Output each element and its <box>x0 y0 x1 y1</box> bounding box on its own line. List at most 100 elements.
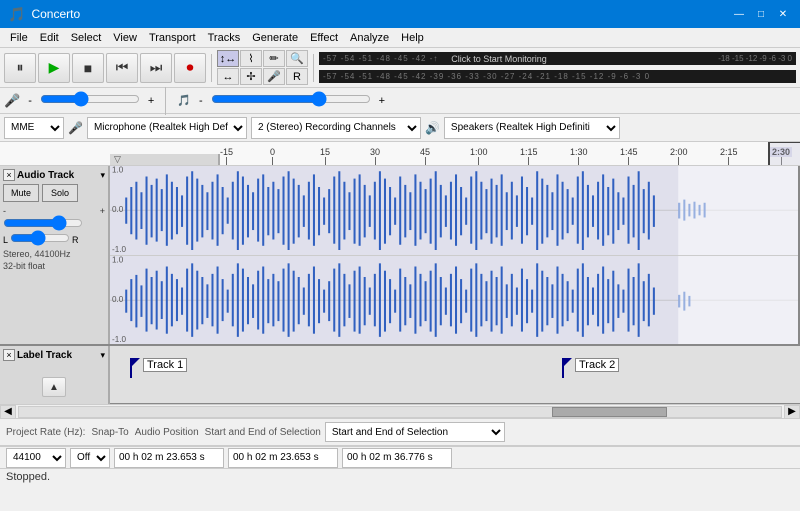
vol-minus-label: - <box>28 95 32 107</box>
audio-waveform-area[interactable]: 1.0 0.0 -1.0 <box>110 166 800 344</box>
vu-click-label[interactable]: Click to Start Monitoring <box>451 54 547 64</box>
pause-button[interactable]: ⏸ <box>4 53 36 83</box>
close-button[interactable]: ✕ <box>774 5 792 23</box>
sliders-row: 🎤 - + 🎵 - + <box>0 88 800 114</box>
tick--15: -15 <box>220 147 233 165</box>
snap-to-select[interactable]: Off On <box>70 448 110 468</box>
tool-multitool[interactable]: ✢ <box>240 68 262 85</box>
menu-select[interactable]: Select <box>65 30 108 46</box>
label-track-name: Label Track <box>17 350 98 361</box>
menu-tracks[interactable]: Tracks <box>202 30 247 46</box>
channels-select[interactable]: 2 (Stereo) Recording Channels <box>251 117 421 139</box>
audio-track-arrow[interactable]: ▾ <box>100 170 105 181</box>
minimize-button[interactable]: — <box>730 5 748 23</box>
label-item-track1[interactable]: Track 1 <box>130 358 187 378</box>
waveform-top: 1.0 0.0 -1.0 <box>110 166 800 255</box>
tool-select[interactable]: ↕↔ <box>217 50 239 67</box>
sel-end-value: 00 h 02 m 36.776 s <box>342 448 452 468</box>
svg-text:1.0: 1.0 <box>112 166 124 174</box>
tool-mic[interactable]: 🎤 <box>263 68 285 85</box>
label-track-content[interactable]: Track 1 Track 2 <box>110 346 800 403</box>
skip-start-button[interactable]: ⏮ <box>106 53 138 83</box>
mute-button[interactable]: Mute <box>3 184 39 202</box>
speed-minus-label: - <box>199 95 203 107</box>
tool-timeshift[interactable]: ↔ <box>217 68 239 85</box>
tick-1-30: 1:30 <box>570 147 588 165</box>
menu-help[interactable]: Help <box>395 30 430 46</box>
audio-track-close[interactable]: × <box>3 169 15 181</box>
tool-r[interactable]: R <box>286 68 308 85</box>
sel-type-select[interactable]: Start and End of Selection Length and En… <box>325 422 505 442</box>
solo-button[interactable]: Solo <box>42 184 78 202</box>
label-track-close[interactable]: × <box>3 349 15 361</box>
app-icon: 🎵 <box>8 6 25 23</box>
menu-generate[interactable]: Generate <box>246 30 304 46</box>
statusbar-bottom: 44100 22050 48000 Off On 00 h 02 m 23.65… <box>0 446 800 468</box>
tick-15: 15 <box>320 147 330 165</box>
scroll-left-button[interactable]: ◀ <box>0 405 16 419</box>
tool-zoom[interactable]: 🔍 <box>286 50 308 67</box>
scroll-track <box>18 406 782 418</box>
menu-analyze[interactable]: Analyze <box>344 30 395 46</box>
menu-edit[interactable]: Edit <box>34 30 65 46</box>
tools-palette: ↕↔ ⌇ ✏ 🔍 ↔ ✢ 🎤 R <box>217 50 308 85</box>
tick-30: 30 <box>370 147 380 165</box>
pan-l-label: L <box>3 235 8 245</box>
audio-track-name: Audio Track <box>17 170 98 181</box>
vol-plus: + <box>100 206 105 216</box>
playback-speed-slider[interactable] <box>211 93 371 105</box>
menu-effect[interactable]: Effect <box>304 30 344 46</box>
sel-start-value: 00 h 02 m 23.653 s <box>228 448 338 468</box>
svg-text:0.0: 0.0 <box>112 295 124 304</box>
audio-position-value: 00 h 02 m 23.653 s <box>114 448 224 468</box>
label-track-arrow[interactable]: ▾ <box>100 350 105 361</box>
audio-track-control: × Audio Track ▾ Mute Solo - + L R Stereo… <box>0 166 110 344</box>
stop-button[interactable]: ■ <box>72 53 104 83</box>
skip-end-button[interactable]: ⏭ <box>140 53 172 83</box>
label-text-track2: Track 2 <box>575 358 619 372</box>
audio-pos-group: Audio Position <box>135 427 199 438</box>
speaker-select[interactable]: Speakers (Realtek High Definiti <box>444 117 620 139</box>
speed-icon: 🎵 <box>177 94 191 107</box>
tick-45: 45 <box>420 147 430 165</box>
tick-1-45: 1:45 <box>620 147 638 165</box>
tool-envelope[interactable]: ⌇ <box>240 50 262 67</box>
record-button[interactable]: ⏺ <box>174 53 206 83</box>
label-track: × Label Track ▾ ▲ Track 1 <box>0 346 800 404</box>
track-volume-slider[interactable] <box>3 217 83 229</box>
menu-view[interactable]: View <box>107 30 143 46</box>
mic-select[interactable]: Microphone (Realtek High Defini <box>87 117 247 139</box>
svg-text:1.0: 1.0 <box>112 256 124 264</box>
host-select[interactable]: MME <box>4 117 64 139</box>
scroll-right-button[interactable]: ▶ <box>784 405 800 419</box>
vol-plus-label: + <box>148 95 154 107</box>
timeline-ruler: ▽ -15 0 15 30 45 1:00 1:15 1:30 1:45 2:0… <box>0 142 800 166</box>
tick-2-15: 2:15 <box>720 147 738 165</box>
audio-track: × Audio Track ▾ Mute Solo - + L R Stereo… <box>0 166 800 346</box>
scroll-thumb[interactable] <box>552 407 666 417</box>
project-rate-label: Project Rate (Hz): <box>6 427 85 438</box>
maximize-button[interactable]: □ <box>752 5 770 23</box>
track-pan-slider[interactable] <box>10 232 70 244</box>
status-text: Stopped. <box>6 471 50 483</box>
label-text-track1: Track 1 <box>143 358 187 372</box>
statusbar-top: Project Rate (Hz): Snap-To Audio Positio… <box>0 418 800 446</box>
input-volume-slider[interactable] <box>40 93 140 105</box>
sep-slider <box>165 87 166 115</box>
mic-icon: 🎤 <box>4 93 20 109</box>
ruler-ticks: -15 0 15 30 45 1:00 1:15 1:30 1:45 2:00 … <box>220 142 800 165</box>
menu-file[interactable]: File <box>4 30 34 46</box>
svg-text:-1.0: -1.0 <box>112 245 126 254</box>
project-rate-select[interactable]: 44100 22050 48000 <box>6 448 66 468</box>
tool-draw[interactable]: ✏ <box>263 50 285 67</box>
vu-scale-bottom: -57 -54 -51 -48 -45 -42 -39 -36 -33 -30 … <box>323 72 650 81</box>
app-title: Concerto <box>31 7 80 21</box>
label-up-button[interactable]: ▲ <box>42 377 66 397</box>
label-item-track2[interactable]: Track 2 <box>562 358 619 378</box>
menubar: File Edit Select View Transport Tracks G… <box>0 28 800 48</box>
sel-start-end-label: Start and End of Selection <box>205 427 321 438</box>
tick-0: 0 <box>270 147 275 165</box>
play-button[interactable]: ▶ <box>38 53 70 83</box>
menu-transport[interactable]: Transport <box>143 30 202 46</box>
titlebar: 🎵 Concerto — □ ✕ <box>0 0 800 28</box>
